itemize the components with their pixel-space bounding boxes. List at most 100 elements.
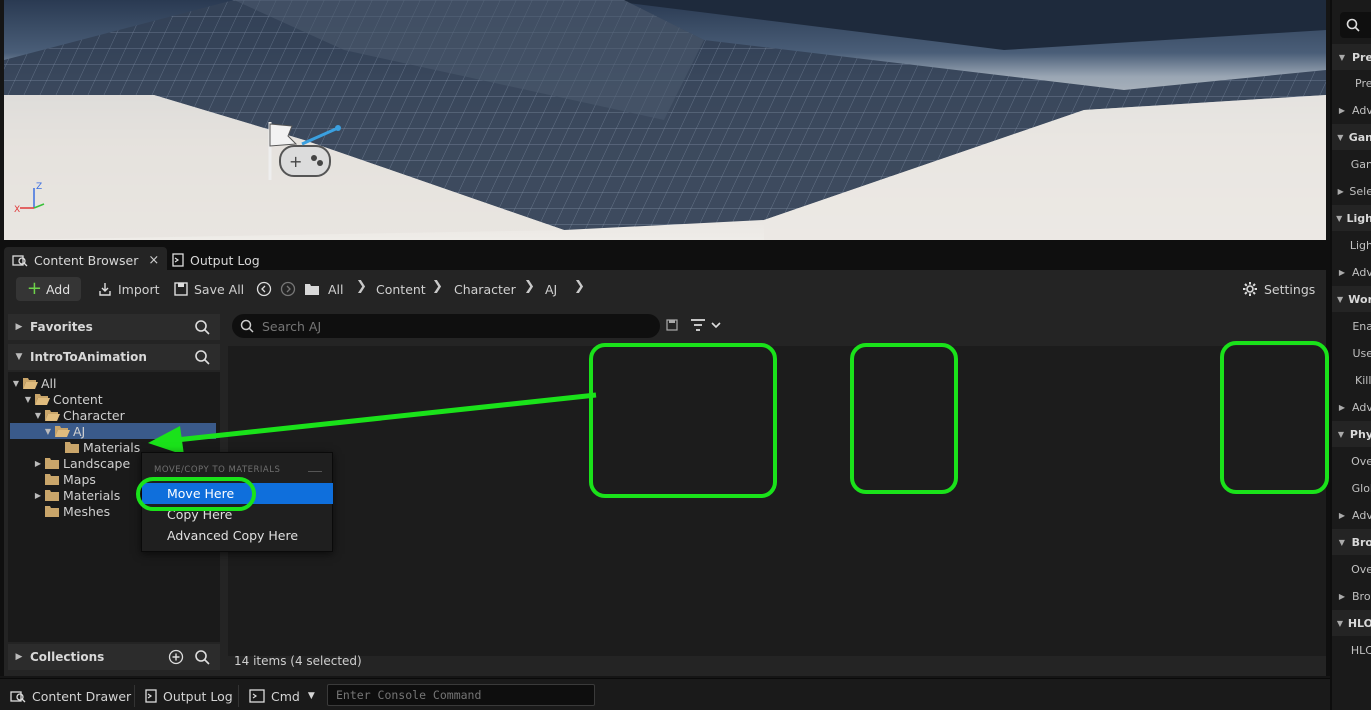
terminal-icon (249, 689, 265, 703)
open-folder-icon (45, 409, 60, 421)
collapse-arrow-icon[interactable]: ▼ (1332, 430, 1350, 439)
tree-node-content[interactable]: ▼ Content (22, 391, 103, 407)
player-start-icon[interactable]: + (266, 120, 342, 182)
tree-node-landscape[interactable]: ▶ Landscape (32, 455, 130, 471)
collapse-arrow-icon[interactable]: ▼ (1332, 53, 1352, 62)
content-drawer-button[interactable]: Content Drawer (10, 687, 131, 705)
collapse-arrow-icon[interactable]: ▼ (8, 352, 30, 362)
divider (308, 471, 322, 472)
details-section-header[interactable]: ▼ Phy (1332, 421, 1371, 447)
tree-node-all[interactable]: ▼ All (10, 375, 57, 391)
expand-arrow-icon[interactable]: ▶ (8, 322, 30, 332)
history-forward-button[interactable] (280, 279, 302, 299)
details-row[interactable]: Ove (1332, 448, 1371, 474)
breadcrumb-chevron-icon[interactable]: ❯ (356, 279, 367, 294)
tree-node-aj-materials[interactable]: Materials (64, 439, 140, 455)
details-search[interactable] (1340, 12, 1371, 38)
details-row[interactable]: Ligh (1332, 232, 1371, 258)
details-row[interactable]: Gan (1332, 151, 1371, 177)
search-input[interactable] (262, 318, 642, 334)
breadcrumb-aj[interactable]: AJ (545, 279, 557, 299)
collapse-arrow-icon[interactable]: ▼ (32, 411, 44, 420)
expand-arrow-icon[interactable]: ▶ (32, 459, 44, 468)
details-row[interactable]: ▶ Adv (1332, 394, 1371, 420)
favorites-header[interactable]: ▶ Favorites (8, 314, 220, 340)
details-row[interactable]: ▶ Sele (1332, 178, 1371, 204)
asset-search-field[interactable] (232, 314, 660, 338)
details-row[interactable]: Ove (1332, 556, 1371, 582)
collapse-arrow-icon[interactable]: ▼ (22, 395, 34, 404)
details-row-label: Phy (1349, 427, 1371, 441)
breadcrumb-chevron-icon[interactable]: ❯ (432, 279, 443, 294)
details-row[interactable]: ▶ Adv (1332, 502, 1371, 528)
collapse-arrow-icon[interactable]: ▼ (1332, 619, 1348, 628)
save-icon (174, 282, 188, 296)
cmd-dropdown[interactable]: Cmd ▼ (249, 687, 315, 705)
search-icon[interactable] (194, 649, 210, 665)
tree-node-maps[interactable]: Maps (44, 471, 96, 487)
details-row[interactable]: ▶ Bro (1332, 583, 1371, 609)
expand-arrow-icon[interactable]: ▶ (32, 491, 44, 500)
project-header[interactable]: ▼ IntroToAnimation (8, 344, 220, 370)
collapse-arrow-icon[interactable]: ▼ (1332, 538, 1352, 547)
console-input[interactable] (328, 685, 594, 705)
details-row[interactable]: Kill (1332, 367, 1371, 393)
breadcrumb-all[interactable]: All (328, 279, 344, 299)
save-search-icon[interactable] (666, 319, 678, 331)
expand-arrow-icon[interactable]: ▶ (1332, 268, 1352, 277)
expand-arrow-icon[interactable]: ▶ (1332, 592, 1352, 601)
output-log-button[interactable]: Output Log (145, 687, 233, 705)
history-back-button[interactable] (256, 279, 278, 299)
details-row[interactable]: HLC (1332, 637, 1371, 663)
tree-node-character-label: Character (63, 407, 125, 423)
search-icon[interactable] (194, 349, 210, 365)
highlight-ring-mouth (1220, 341, 1329, 494)
tree-node-materials[interactable]: ▶ Materials (32, 487, 120, 503)
advanced-copy-here-menu-item[interactable]: Advanced Copy Here (142, 525, 333, 546)
details-row[interactable]: ▶ Adv (1332, 259, 1371, 285)
breadcrumb-chevron-icon[interactable]: ❯ (524, 279, 535, 294)
details-row[interactable]: Pre (1332, 70, 1371, 96)
save-all-button[interactable]: Save All (174, 279, 244, 299)
tree-node-meshes[interactable]: Meshes (44, 503, 110, 519)
open-folder-icon (55, 425, 70, 437)
console-command-field[interactable] (327, 684, 595, 706)
details-row-label: HLO (1347, 616, 1371, 630)
folder-icon (45, 457, 59, 469)
collapse-arrow-icon[interactable]: ▼ (1332, 133, 1349, 142)
tree-node-aj[interactable]: ▼ AJ (10, 423, 216, 439)
expand-arrow-icon[interactable]: ▶ (1332, 106, 1352, 115)
tree-node-character[interactable]: ▼ Character (32, 407, 125, 423)
details-section-header[interactable]: ▼ Pre (1332, 44, 1371, 70)
settings-button[interactable]: Settings (1242, 279, 1315, 299)
expand-arrow-icon[interactable]: ▶ (1332, 403, 1352, 412)
search-icon[interactable] (194, 319, 210, 335)
filter-icon[interactable] (690, 318, 724, 332)
details-section-header[interactable]: ▼ Wor (1332, 286, 1371, 312)
collapse-arrow-icon[interactable]: ▼ (1332, 295, 1348, 304)
details-row[interactable]: Use (1332, 340, 1371, 366)
breadcrumb-character[interactable]: Character (454, 279, 516, 299)
collections-header[interactable]: ▶ Collections (8, 644, 220, 670)
details-section-header[interactable]: ▼ Ligh (1332, 205, 1371, 231)
expand-arrow-icon[interactable]: ▶ (8, 652, 30, 662)
details-row[interactable]: ▶ Adv (1332, 97, 1371, 123)
collapse-arrow-icon[interactable]: ▼ (10, 379, 22, 388)
add-collection-icon[interactable] (168, 649, 184, 665)
add-button[interactable]: + Add (16, 277, 81, 301)
close-tab-icon[interactable]: × (148, 253, 159, 268)
details-row[interactable]: Glol (1332, 475, 1371, 501)
tree-node-all-label: All (41, 375, 57, 391)
details-section-header[interactable]: ▼ Gan (1332, 124, 1371, 150)
breadcrumb-content[interactable]: Content (376, 279, 426, 299)
details-row[interactable]: Ena (1332, 313, 1371, 339)
details-section-header[interactable]: ▼ HLO (1332, 610, 1371, 636)
import-button[interactable]: Import (98, 279, 160, 299)
expand-arrow-icon[interactable]: ▶ (1332, 511, 1352, 520)
collapse-arrow-icon[interactable]: ▼ (42, 427, 54, 436)
breadcrumb-chevron-icon[interactable]: ❯ (574, 279, 585, 294)
collapse-arrow-icon[interactable]: ▼ (1332, 214, 1347, 223)
details-section-header[interactable]: ▼ Bro (1332, 529, 1371, 555)
expand-arrow-icon[interactable]: ▶ (1332, 187, 1349, 196)
level-viewport[interactable]: Materials✱Aj✱Aj_Physics Asset✱Aj_Skeleto… (4, 0, 1326, 240)
